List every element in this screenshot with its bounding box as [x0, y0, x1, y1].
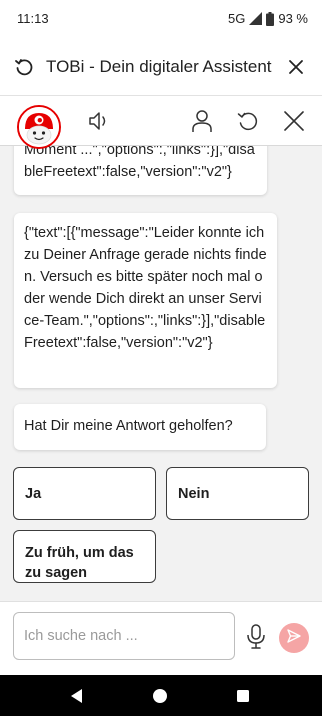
bot-message: {"text":[{"message":"Leider konnte ich z…	[14, 213, 277, 388]
recents-icon[interactable]	[234, 687, 252, 705]
bot-message: Moment ...","options":,"links":}],"disab…	[14, 146, 267, 195]
send-icon	[286, 628, 302, 649]
signal-icon	[249, 12, 263, 25]
battery-icon	[266, 11, 275, 26]
user-icon[interactable]	[187, 106, 217, 136]
option-button-ja[interactable]: Ja	[13, 467, 156, 520]
bot-message: Hat Dir meine Antwort geholfen?	[14, 404, 266, 450]
battery-level: 93 %	[278, 11, 308, 26]
status-indicators: 5G 93 %	[228, 11, 308, 26]
reload-icon[interactable]	[12, 55, 36, 79]
option-button-nein[interactable]: Nein	[166, 467, 309, 520]
status-time: 11:13	[17, 11, 49, 26]
input-area	[0, 601, 322, 675]
network-label: 5G	[228, 11, 246, 26]
bot-message-text: Hat Dir meine Antwort geholfen?	[24, 418, 233, 434]
bot-message-text: Moment ...","options":,"links":}],"disab…	[24, 146, 255, 180]
bot-message-text: {"text":[{"message":"Leider konnte ich z…	[24, 225, 267, 351]
chat-area[interactable]: Moment ...","options":,"links":}],"disab…	[0, 146, 322, 601]
microphone-icon[interactable]	[245, 624, 267, 650]
close-chat-icon[interactable]	[279, 106, 309, 136]
app-bar: TOBi - Dein digitaler Assistent	[0, 38, 322, 96]
chat-header	[0, 96, 322, 149]
status-bar: 11:13 5G 93 %	[0, 0, 322, 38]
back-icon[interactable]	[68, 687, 86, 705]
speaker-icon[interactable]	[84, 106, 114, 136]
system-nav-bar	[0, 675, 322, 716]
page-title: TOBi - Dein digitaler Assistent	[46, 57, 272, 76]
tobi-avatar	[17, 105, 61, 149]
option-button-too-early[interactable]: Zu früh, um das zu sagen	[13, 530, 156, 583]
close-icon[interactable]	[284, 55, 308, 79]
message-input[interactable]	[13, 612, 235, 660]
restart-icon[interactable]	[233, 106, 263, 136]
send-button[interactable]	[279, 623, 309, 653]
home-icon[interactable]	[151, 687, 169, 705]
